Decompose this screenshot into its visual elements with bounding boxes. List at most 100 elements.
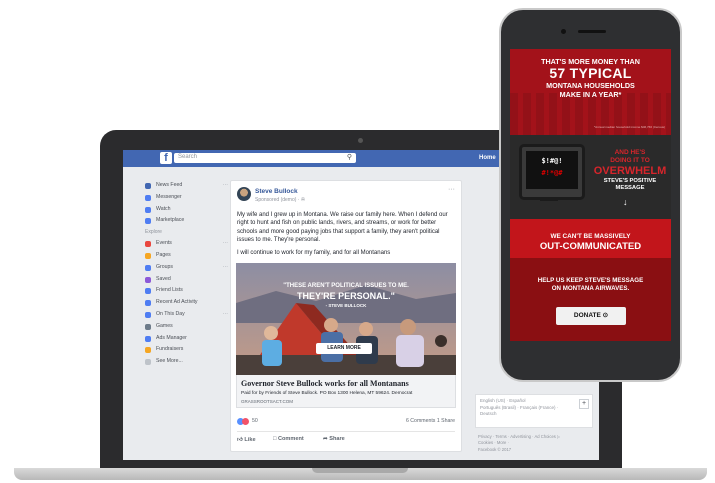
sponsored-post: Steve Bullock Sponsored (demo) · ✇ ··· M… [230, 180, 462, 452]
like-button[interactable]: 👍︎ Like [237, 436, 256, 443]
sidebar-item-label: Pages [156, 251, 171, 258]
sidebar-item-on-this-day[interactable]: On This Day ··· [143, 309, 243, 321]
news-feed-icon [145, 183, 151, 189]
more-options-icon[interactable]: ··· [223, 238, 228, 250]
sidebar-item-news-feed[interactable]: News Feed ··· [143, 180, 243, 192]
family-camping-photo [236, 263, 456, 375]
ad-domain: GRASSROOTSACT.COM [241, 399, 294, 404]
sidebar-item-label: Groups [156, 263, 174, 270]
ad-text: MONTANA HOUSEHOLDS [546, 81, 635, 90]
ad-panel-money: THAT'S MORE MONEY THAN 57 TYPICAL MONTAN… [510, 49, 671, 135]
saved-icon [145, 276, 151, 283]
sidebar-item-label: On This Day [156, 310, 185, 317]
sidebar-item-label: Events [156, 240, 172, 247]
ad-quote-line-1: "THESE AREN'T POLITICAL ISSUES TO ME. [283, 283, 409, 289]
mobile-ad-screen: THAT'S MORE MONEY THAN 57 TYPICAL MONTAN… [510, 49, 671, 341]
chevron-down-icon [145, 359, 151, 366]
events-icon [145, 241, 151, 248]
sidebar-item-watch[interactable]: Watch [143, 204, 243, 216]
donate-button[interactable]: DONATE ⊙ [556, 307, 626, 325]
post-author[interactable]: Steve Bullock [255, 188, 298, 195]
avatar[interactable] [237, 187, 251, 201]
ad-link-caption[interactable]: Governor Steve Bullock works for all Mon… [236, 375, 456, 408]
like-label: Like [244, 437, 256, 443]
phone-speaker [578, 30, 606, 33]
ad-quote-attribution: - STEVE BULLOCK [325, 303, 367, 308]
sidebar-item-messenger[interactable]: Messenger [143, 192, 243, 204]
share-label: Share [329, 436, 345, 442]
search-input[interactable]: Search ⚲ [174, 153, 356, 163]
sidebar-item-label: Watch [156, 205, 171, 212]
home-link[interactable]: Home [479, 155, 496, 161]
left-sidebar: News Feed ··· Messenger Watch Marketplac… [143, 180, 243, 368]
on-this-day-icon [145, 311, 151, 318]
post-actions: 👍︎ Like □ Comment ➦ Share [237, 431, 455, 448]
more-options-icon[interactable]: ··· [223, 262, 228, 274]
sidebar-item-ads-manager[interactable]: Ads Manager [143, 333, 243, 345]
sidebar-item-label: Friend Lists [156, 287, 183, 294]
search-icon[interactable]: ⚲ [347, 153, 352, 161]
fundraisers-icon [145, 347, 151, 354]
ad-image[interactable]: "THESE AREN'T POLITICAL ISSUES TO ME. TH… [236, 263, 456, 375]
sidebar-item-recent-ad-activity[interactable]: Recent Ad Activity [143, 297, 243, 309]
ads-manager-icon [145, 335, 151, 342]
ad-footnote: *Annual median household income $46,766 … [593, 125, 665, 129]
watch-icon [145, 206, 151, 213]
reactions-bar: 50 6 Comments 1 Share [237, 417, 455, 427]
thumbs-up-icon: 👍︎ [237, 437, 243, 443]
reaction-count[interactable]: 50 [252, 418, 258, 424]
sidebar-see-more[interactable]: See More... [143, 356, 243, 368]
more-options-icon[interactable]: ··· [223, 309, 228, 321]
ad-text: MAKE IN A YEAR* [559, 90, 622, 99]
ad-text: MESSAGE [615, 185, 645, 191]
friend-lists-icon [145, 288, 151, 295]
sidebar-item-groups[interactable]: Groups ··· [143, 262, 243, 274]
ad-text-large: OUT-COMMUNICATED [539, 241, 642, 252]
more-options-icon[interactable]: ··· [448, 186, 455, 193]
sidebar-item-pages[interactable]: Pages [143, 250, 243, 262]
tv-icon: $!#@! #!*@# [519, 144, 585, 200]
ad-text: STEVE'S POSITIVE [603, 178, 657, 184]
ad-headline: Governor Steve Bullock works for all Mon… [241, 379, 409, 388]
learn-more-button[interactable]: LEARN MORE [316, 343, 372, 354]
ad-panel-donate: WE CAN'T BE MASSIVELY OUT-COMMUNICATED H… [510, 219, 671, 341]
tv-text: $!#@! [541, 157, 563, 165]
love-reaction-icon[interactable] [242, 418, 249, 425]
games-icon [145, 323, 151, 330]
sidebar-item-marketplace[interactable]: Marketplace [143, 215, 243, 227]
sidebar-item-label: Messenger [156, 193, 182, 200]
ad-quote-line-2: THEY'RE PERSONAL." [297, 291, 395, 301]
ad-text: AND HE'S [614, 149, 646, 156]
laptop-notch [312, 468, 408, 473]
share-button[interactable]: ➦ Share [323, 436, 345, 442]
tv-screen: $!#@! #!*@# [526, 151, 578, 189]
sidebar-item-label: Ads Manager [156, 334, 187, 341]
ad-text: HELP US KEEP STEVE'S MESSAGE [537, 277, 644, 284]
post-paragraph: I will continue to work for my family, a… [237, 249, 391, 256]
ad-text: ON MONTANA AIRWAVES. [551, 285, 630, 292]
pages-icon [145, 252, 151, 259]
language-links[interactable]: Deutsch [480, 411, 588, 418]
comment-button[interactable]: □ Comment [273, 436, 304, 442]
sidebar-item-events[interactable]: Events ··· [143, 238, 243, 250]
copyright: Facebook © 2017 [478, 446, 512, 452]
language-box: English (US) · Español Português (Brasil… [475, 394, 593, 428]
sidebar-item-friend-lists[interactable]: Friend Lists [143, 285, 243, 297]
comments-shares-count[interactable]: 6 Comments 1 Share [406, 418, 455, 424]
ad-text-large: 57 TYPICAL [549, 65, 632, 81]
sidebar-item-saved[interactable]: Saved [143, 274, 243, 286]
comment-icon: □ [273, 436, 277, 442]
sidebar-item-label: Games [156, 322, 173, 329]
explore-heading: Explore [145, 229, 162, 236]
groups-icon [145, 264, 151, 271]
arrow-down-icon: ↓ [623, 197, 628, 207]
search-placeholder: Search [178, 154, 198, 160]
ad-text: WE CAN'T BE MASSIVELY [550, 233, 631, 240]
sidebar-item-fundraisers[interactable]: Fundraisers [143, 344, 243, 356]
more-options-icon[interactable]: ··· [223, 180, 228, 192]
add-language-button[interactable]: + [579, 399, 589, 409]
footer-links: Privacy · Terms · Advertising · Ad Choic… [475, 434, 593, 453]
ad-text-large: OVERWHELM [593, 165, 667, 177]
facebook-logo-icon[interactable]: f [160, 152, 172, 164]
sidebar-item-games[interactable]: Games [143, 321, 243, 333]
